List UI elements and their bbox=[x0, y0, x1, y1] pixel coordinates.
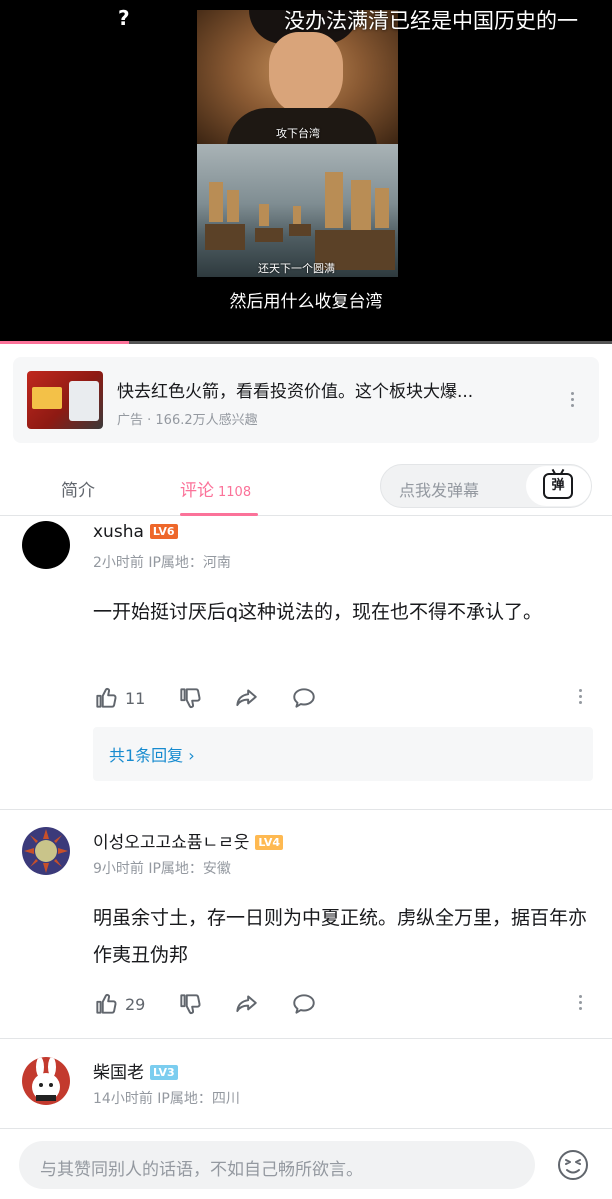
share-icon bbox=[236, 689, 257, 707]
danmaku-input[interactable]: 点我发弹幕 弹 bbox=[380, 464, 592, 508]
comment-actions: 11 bbox=[93, 684, 593, 712]
tab-comments-count: 1108 bbox=[218, 485, 252, 500]
comment-username[interactable]: 柴国老 LV3 bbox=[93, 1058, 178, 1083]
like-count: 11 bbox=[125, 688, 146, 708]
dislike-icon bbox=[180, 994, 201, 1015]
ad-thumbnail bbox=[27, 371, 103, 429]
reply-icon bbox=[293, 994, 315, 1014]
ad-meta: 广告 · 166.2万人感兴趣 bbox=[117, 413, 258, 428]
like-icon bbox=[96, 687, 117, 708]
ad-title: 快去红色火箭，看看投资价值。这个板块大爆... bbox=[117, 382, 474, 402]
like-icon bbox=[96, 993, 117, 1014]
level-badge: LV6 bbox=[149, 524, 178, 539]
emoji-icon bbox=[558, 1150, 588, 1180]
video-caption-bottom: 还天下一个圆满 bbox=[258, 262, 335, 275]
share-icon bbox=[236, 995, 257, 1013]
reply-icon bbox=[293, 688, 315, 708]
comment-username[interactable]: xusha LV6 bbox=[93, 522, 178, 542]
comment-divider bbox=[0, 1038, 612, 1039]
like-button[interactable]: 11 bbox=[93, 684, 145, 712]
tab-bar: 简介 评论 1108 点我发弹幕 弹 bbox=[0, 458, 612, 516]
comment-input-placeholder: 与其赞同别人的话语，不如自己畅所欲言。 bbox=[40, 1160, 363, 1180]
video-progress-bar[interactable] bbox=[0, 341, 612, 344]
video-frame-bottom bbox=[197, 144, 398, 277]
avatar[interactable] bbox=[22, 521, 70, 569]
comment-input-bar: 与其赞同别人的话语，不如自己畅所欲言。 bbox=[0, 1128, 612, 1199]
comment-username[interactable]: 이성오고고쇼퓸ㄴㄹ웃 LV4 bbox=[93, 828, 284, 853]
level-badge: LV3 bbox=[150, 1065, 178, 1080]
tab-active-indicator bbox=[180, 513, 258, 516]
comment-actions: 29 bbox=[93, 990, 593, 1018]
tab-comments-label: 评论 bbox=[180, 481, 214, 501]
comment-meta: 9小时前 IP属地：安徽 bbox=[93, 861, 231, 877]
video-player[interactable]: 攻下台湾 还天下一个圆满 ? 没办法满清已经是中国历史的一 然后用什么收复台湾 bbox=[0, 0, 612, 344]
like-button[interactable]: 29 bbox=[93, 990, 145, 1018]
comment-divider bbox=[0, 809, 612, 810]
reply-summary-link[interactable]: 共1条回复 › bbox=[109, 742, 195, 766]
danmaku-toggle-button[interactable]: 弹 bbox=[526, 466, 591, 506]
avatar[interactable] bbox=[22, 1057, 70, 1105]
dislike-button[interactable] bbox=[177, 990, 203, 1018]
dislike-button[interactable] bbox=[177, 684, 203, 712]
video-subtitle: 然后用什么收复台湾 bbox=[229, 292, 383, 312]
tab-comments[interactable]: 评论 1108 bbox=[180, 476, 251, 501]
emoji-button[interactable] bbox=[556, 1148, 590, 1182]
comment-input[interactable]: 与其赞同别人的话语，不如自己畅所欲言。 bbox=[19, 1141, 535, 1189]
like-count: 29 bbox=[125, 994, 146, 1014]
danmaku-tv-icon: 弹 bbox=[543, 473, 573, 499]
more-icon[interactable] bbox=[577, 995, 583, 1010]
reply-button[interactable] bbox=[291, 990, 317, 1018]
video-title-overlay: 没办法满清已经是中国历史的一 bbox=[284, 9, 578, 33]
level-badge: LV4 bbox=[255, 835, 284, 850]
comment-meta: 2小时前 IP属地：河南 bbox=[93, 555, 231, 571]
video-caption-top: 攻下台湾 bbox=[276, 127, 320, 140]
tab-intro[interactable]: 简介 bbox=[61, 476, 95, 501]
ad-card[interactable]: 快去红色火箭，看看投资价值。这个板块大爆... 广告 · 166.2万人感兴趣 bbox=[13, 357, 599, 443]
share-button[interactable] bbox=[233, 684, 259, 712]
avatar[interactable] bbox=[22, 827, 70, 875]
reply-button[interactable] bbox=[291, 684, 317, 712]
reply-summary[interactable]: 共1条回复 › bbox=[93, 727, 593, 781]
comment-text: 一开始挺讨厌后q这种说法的，现在也不得不承认了。 bbox=[93, 601, 543, 623]
more-icon[interactable] bbox=[577, 689, 583, 704]
video-question-mark: ? bbox=[118, 6, 130, 30]
share-button[interactable] bbox=[233, 990, 259, 1018]
comment-text: 明虽余寸土，存一日则为中夏正统。虏纵全万里，据百年亦作夷丑伪邦 bbox=[93, 907, 588, 966]
more-icon[interactable] bbox=[569, 392, 575, 407]
danmaku-placeholder: 点我发弹幕 bbox=[399, 481, 480, 500]
video-progress-fill bbox=[0, 341, 129, 344]
dislike-icon bbox=[180, 688, 201, 709]
comment-meta: 14小时前 IP属地：四川 bbox=[93, 1091, 240, 1107]
